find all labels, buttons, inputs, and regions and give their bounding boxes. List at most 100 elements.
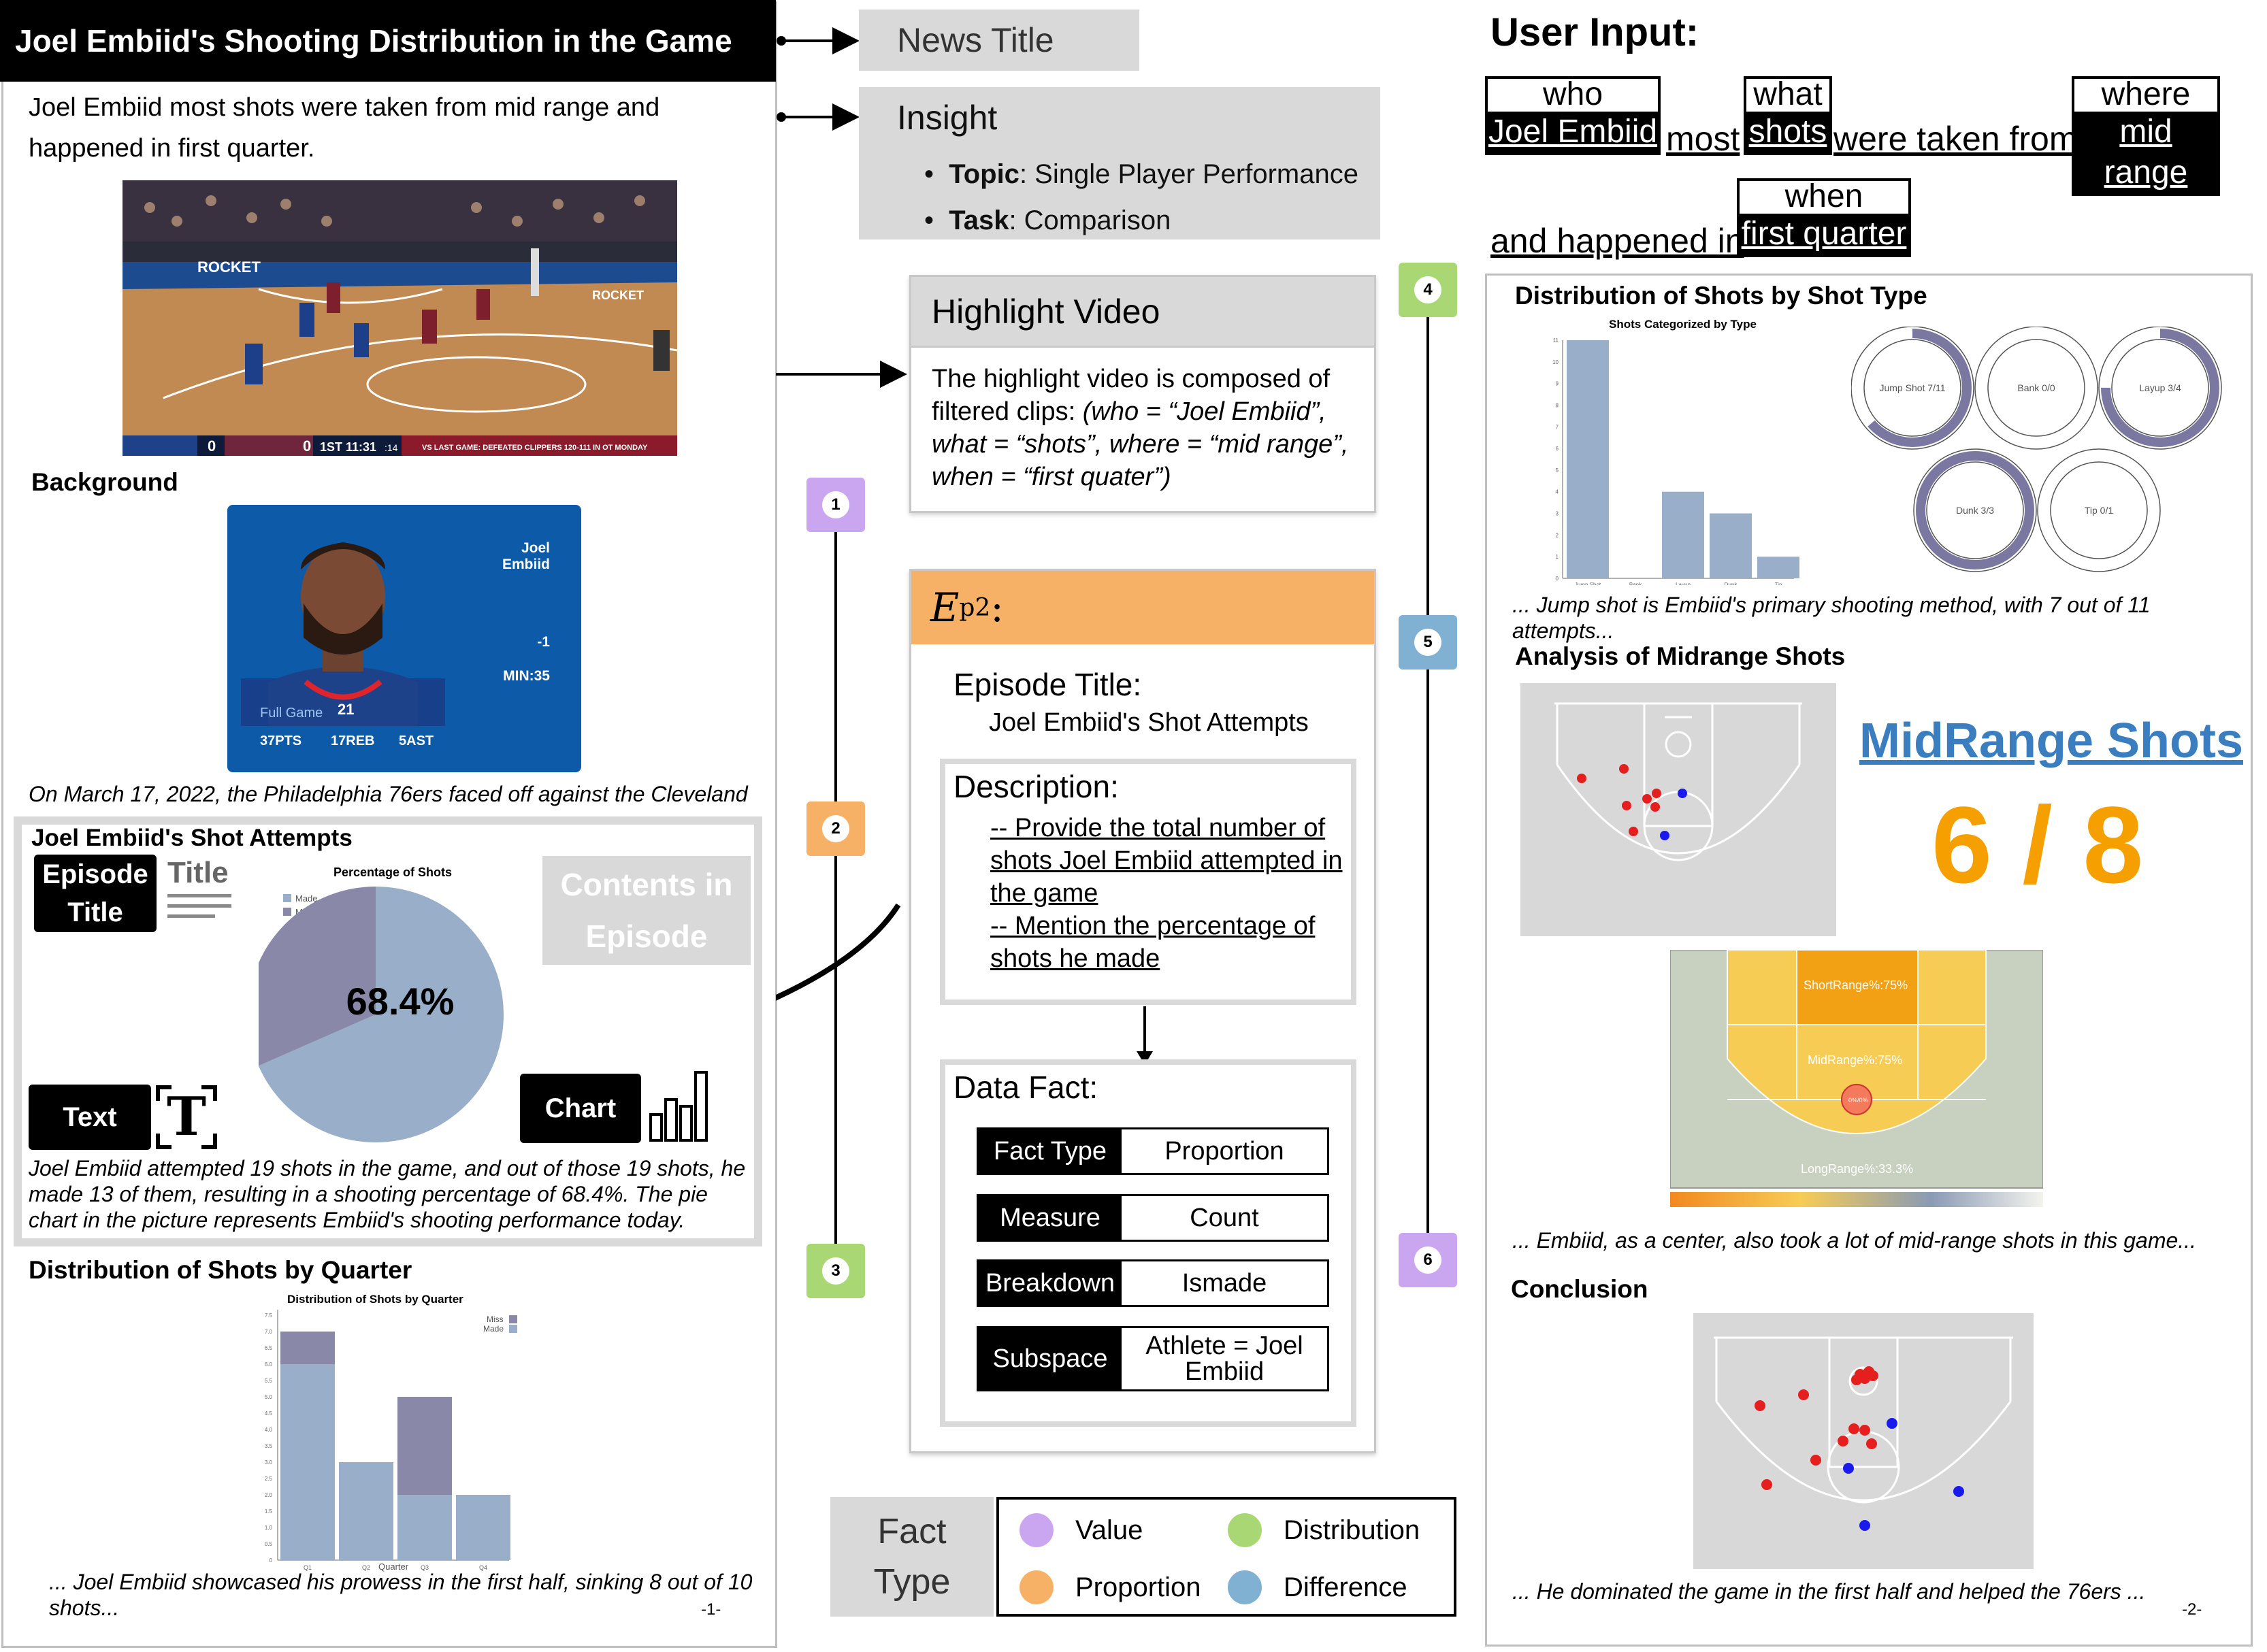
shot-type-y-tick: 1: [1556, 554, 1559, 560]
news-title: Joel Embiid's Shooting Distribution in t…: [0, 0, 776, 82]
highlight-video-body: The highlight video is composed of filte…: [911, 348, 1374, 508]
quarter-y-tick: 0: [270, 1557, 273, 1564]
legend-distribution-dot: [1228, 1513, 1262, 1547]
shot-type-bar: [1757, 557, 1799, 578]
insight-label: Insight: [897, 99, 998, 137]
donut-label: Bank 0/0: [2017, 382, 2055, 393]
episode-title-pill: Episode Title: [34, 855, 157, 932]
score-ticker: VS LAST GAME: DEFEATED CLIPPERS 120-111 …: [422, 444, 648, 452]
shot-dot-made: [1859, 1520, 1870, 1531]
quarter-y-tick: 6.0: [265, 1361, 273, 1368]
legend-title-line1: Fact: [877, 1512, 947, 1551]
fact-type-legend-title: Fact Type: [830, 1497, 994, 1617]
user-input-label: User Input:: [1490, 10, 1699, 54]
legend-difference: Difference: [1228, 1570, 1407, 1604]
timeline-left: [834, 503, 837, 1272]
shot-dot-made: [1843, 1463, 1854, 1474]
ep-header-colon: :: [990, 584, 1004, 631]
quarter-y-tick: 2.5: [265, 1476, 273, 1482]
shot-dot-miss: [1851, 1374, 1862, 1385]
token-what-label: what: [1746, 78, 1829, 112]
shot-dot-miss: [1848, 1423, 1859, 1434]
quarter-chart-title: Distribution of Shots by Quarter: [287, 1293, 463, 1306]
timeline-right: [1426, 293, 1429, 1245]
token-who-value: Joel Embiid: [1488, 112, 1658, 152]
token-most: most: [1666, 120, 1740, 158]
step-5[interactable]: 5: [1399, 615, 1457, 670]
token-when[interactable]: when first quarter: [1737, 178, 1911, 257]
step-3[interactable]: 3: [806, 1244, 865, 1298]
shot-dot-miss: [1650, 802, 1660, 812]
player-last-name: Embiid: [502, 557, 550, 572]
insight-line-1: Joel Embiid most shots were taken from m…: [29, 93, 660, 122]
token-who-label: who: [1488, 78, 1658, 112]
description-label: Description:: [953, 769, 1119, 804]
highlight-video-card: Highlight Video The highlight video is c…: [909, 275, 1376, 513]
pie-chart-title: Percentage of Shots: [333, 865, 452, 879]
fact-value-fact-type: Proportion: [1164, 1137, 1284, 1166]
shot-type-y-tick: 11: [1553, 337, 1559, 344]
fact-value-subspace: Athlete = Joel Embiid: [1145, 1332, 1303, 1386]
step-4[interactable]: 4: [1399, 263, 1457, 317]
shot-dot-miss: [1652, 789, 1661, 798]
legend-proportion-dot: [1020, 1570, 1054, 1604]
token-where-value: mid range: [2074, 112, 2217, 193]
quarter-bar-made: [397, 1495, 452, 1560]
token-who[interactable]: who Joel Embiid: [1485, 76, 1661, 155]
step-6-number: 6: [1414, 1246, 1441, 1274]
shot-dot-made: [1953, 1486, 1964, 1497]
data-fact-label: Data Fact:: [953, 1070, 1098, 1105]
fact-key-fact-type: Fact Type: [979, 1129, 1122, 1173]
player-name: Joel Embiid: [502, 540, 550, 573]
fact-key-measure: Measure: [979, 1196, 1122, 1240]
text-pill: Text: [29, 1085, 151, 1150]
pie-center-label: 68.4%: [346, 980, 455, 1023]
quarter-y-tick: 1.0: [265, 1525, 273, 1531]
shot-dot-miss: [1577, 774, 1586, 783]
shot-dot-miss: [1619, 764, 1629, 774]
step-3-number: 3: [822, 1257, 849, 1285]
zone-short-label: ShortRange%:75%: [1804, 978, 1908, 992]
quarter-bar-made: [339, 1462, 393, 1560]
shot-dot-miss: [1866, 1438, 1877, 1449]
shot-dot-miss: [1810, 1455, 1821, 1466]
episode-title-label: Episode Title:: [953, 667, 1142, 702]
shot-dot-miss: [1859, 1425, 1870, 1436]
video-frame[interactable]: ROCKET ROCKET 0 0 1ST 11:31 :14 VS LAST …: [123, 180, 677, 456]
step-6[interactable]: 6: [1399, 1233, 1457, 1287]
right-page-number: -2-: [2182, 1600, 2202, 1619]
episode-heading: Joel Embiid's Shot Attempts: [31, 825, 353, 851]
legend-difference-dot: [1228, 1570, 1262, 1604]
chart-pill: Chart: [520, 1074, 641, 1143]
conclusion-shot-map: [1693, 1313, 2034, 1569]
description-line-5: shots he made: [990, 944, 1160, 973]
fact-value-breakdown: Ismade: [1181, 1269, 1267, 1298]
quarter-legend-made: Made: [483, 1324, 504, 1334]
step-1[interactable]: 1: [806, 478, 865, 532]
court-scene: ROCKET ROCKET 0 0 1ST 11:31 :14 VS LAST …: [123, 180, 677, 456]
shot-type-chart-title: Shots Categorized by Type: [1609, 318, 1757, 331]
quarter-bar-made: [280, 1364, 335, 1560]
token-where[interactable]: where mid range: [2072, 76, 2220, 196]
shot-type-bars: [1567, 340, 1799, 578]
quarter-legend-made-swatch: [509, 1325, 517, 1333]
fact-type-legend: Value Distribution Proportion Difference: [996, 1497, 1456, 1617]
step-2[interactable]: 2: [806, 802, 865, 856]
token-taken: were taken from: [1833, 120, 2078, 158]
donut-label: Dunk 3/3: [1956, 505, 1994, 516]
step-4-number: 4: [1414, 276, 1441, 303]
quarter-y-tick: 3.5: [265, 1443, 273, 1449]
description-line-2: shots Joel Embiid attempted in: [990, 846, 1343, 875]
quarter-y-tick: 3.0: [265, 1459, 273, 1466]
legend-distribution: Distribution: [1228, 1513, 1420, 1547]
zone-heatmap: 0%/0% ShortRange%:75% MidRange%:75% Long…: [1670, 950, 2043, 1207]
shot-type-y-tick: 9: [1556, 381, 1559, 387]
quarter-y-tick: 0.5: [265, 1541, 273, 1547]
fact-row-fact-type: Fact Type Proportion: [977, 1127, 1329, 1175]
quarter-y-tick: 4.5: [265, 1410, 273, 1417]
quarter-bar-made: [456, 1495, 510, 1560]
quarter-bar-miss: [397, 1397, 452, 1495]
token-what[interactable]: what shots: [1744, 76, 1832, 155]
zone-center-label: 0%/0%: [1848, 1097, 1868, 1104]
shot-type-x-tick: Dunk: [1725, 582, 1738, 585]
